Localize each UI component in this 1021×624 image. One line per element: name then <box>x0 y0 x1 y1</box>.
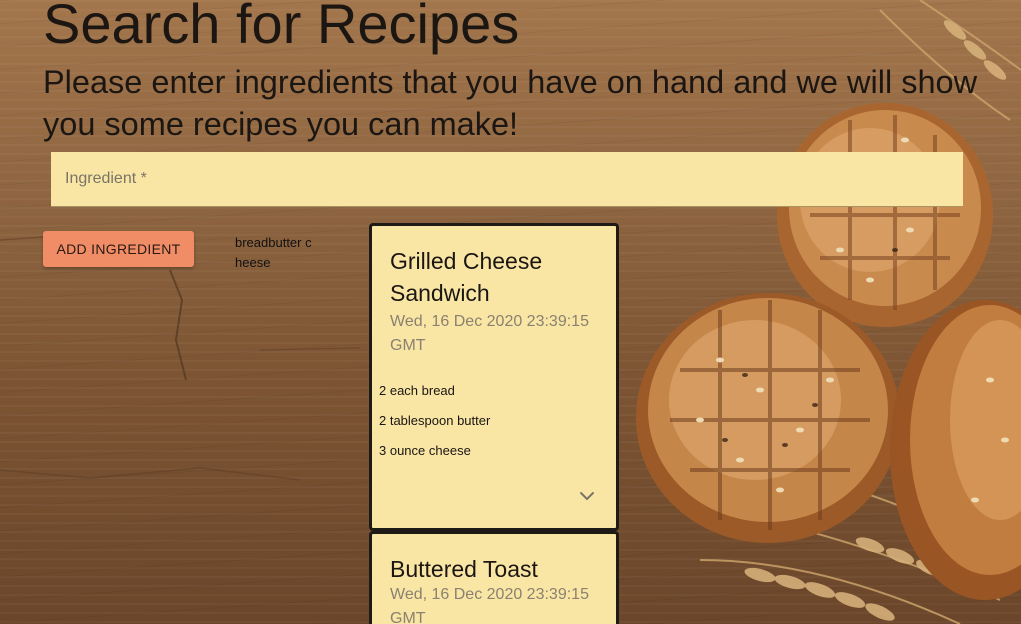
recipe-ingredient: 3 ounce cheese <box>379 443 471 458</box>
ingredient-input[interactable] <box>51 152 963 206</box>
page: Search for Recipes Please enter ingredie… <box>0 0 1021 624</box>
page-title: Search for Recipes <box>43 0 520 55</box>
recipe-ingredient: 2 tablespoon butter <box>379 413 491 428</box>
page-subtitle: Please enter ingredients that you have o… <box>43 64 978 142</box>
chevron-down-icon[interactable] <box>575 486 599 506</box>
ingredient-field[interactable] <box>51 152 963 207</box>
add-ingredient-button[interactable]: Add Ingredient <box>43 231 194 267</box>
recipe-title: Grilled Cheese Sandwich <box>390 248 543 306</box>
recipe-card[interactable]: Buttered Toast Wed, 16 Dec 2020 23:39:15… <box>369 531 619 624</box>
ingredient-list: breadbutter cheese <box>235 235 312 270</box>
recipe-title: Buttered Toast <box>390 556 538 582</box>
recipe-date: Wed, 16 Dec 2020 23:39:15 GMT <box>390 586 589 624</box>
recipe-ingredient-list: 2 each bread 2 tablespoon butter 3 ounce… <box>379 376 609 466</box>
recipe-ingredient: 2 each bread <box>379 383 455 398</box>
bread-roll-middle <box>636 293 900 543</box>
recipe-date: Wed, 16 Dec 2020 23:39:15 GMT <box>390 313 589 354</box>
recipe-card[interactable]: Grilled Cheese Sandwich Wed, 16 Dec 2020… <box>369 223 619 531</box>
